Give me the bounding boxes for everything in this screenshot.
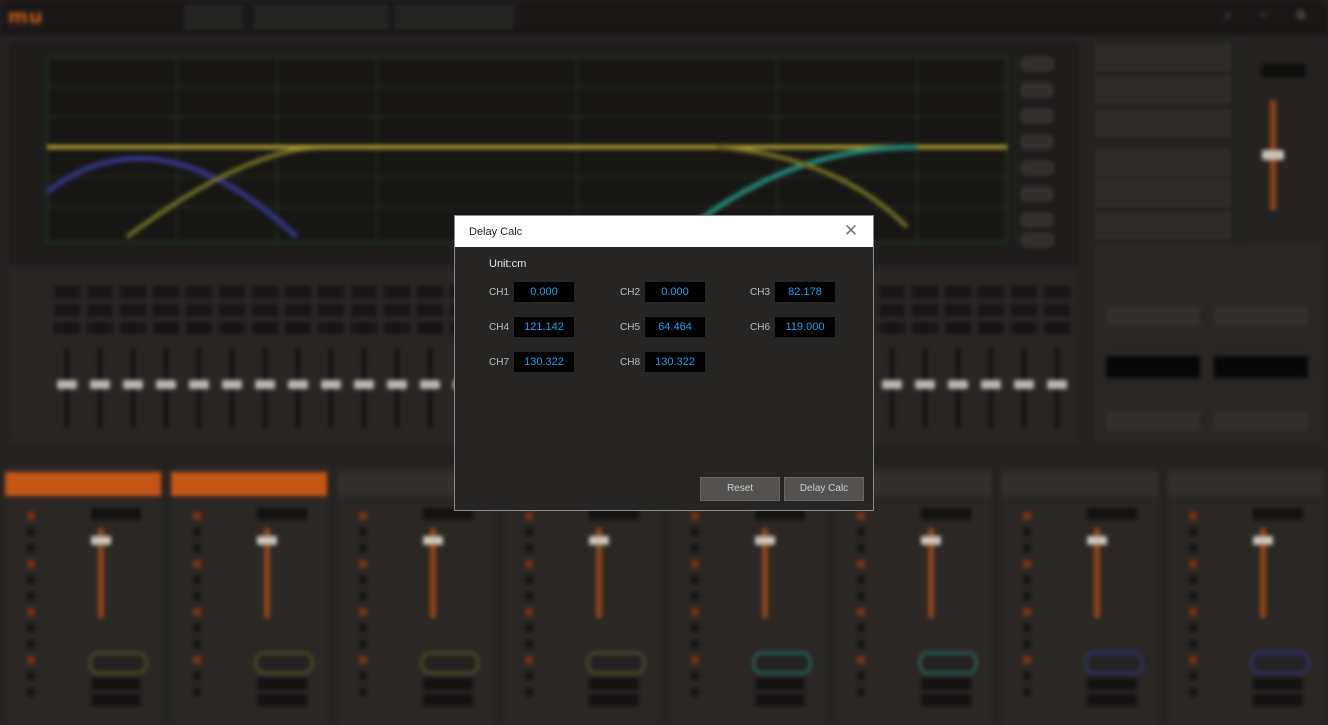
delay-calc-button[interactable]: Delay Calc [784,477,864,501]
ch4-delay-field[interactable]: 121.142 [514,317,574,337]
ch6-label: CH6 [750,322,771,333]
ch5-label: CH5 [620,322,641,333]
delay-calc-dialog: Delay Calc ✕ Unit:cm CH1 0.000 CH2 0.000… [454,215,874,511]
ch7-delay-field[interactable]: 130.322 [514,352,574,372]
dialog-titlebar: Delay Calc ✕ [455,216,873,247]
ch8-label: CH8 [620,357,641,368]
dialog-title: Delay Calc [469,226,523,238]
ch7-label: CH7 [489,357,510,368]
ch8-delay-field[interactable]: 130.322 [645,352,705,372]
unit-label: Unit:cm [489,258,527,270]
ch3-label: CH3 [750,287,771,298]
ch5-delay-field[interactable]: 64.464 [645,317,705,337]
reset-button[interactable]: Reset [700,477,780,501]
ch3-delay-field[interactable]: 82.178 [775,282,835,302]
ch4-label: CH4 [489,322,510,333]
ch1-label: CH1 [489,287,510,298]
ch2-label: CH2 [620,287,641,298]
ch6-delay-field[interactable]: 119.000 [775,317,835,337]
ch2-delay-field[interactable]: 0.000 [645,282,705,302]
close-icon[interactable]: ✕ [843,222,859,240]
ch1-delay-field[interactable]: 0.000 [514,282,574,302]
